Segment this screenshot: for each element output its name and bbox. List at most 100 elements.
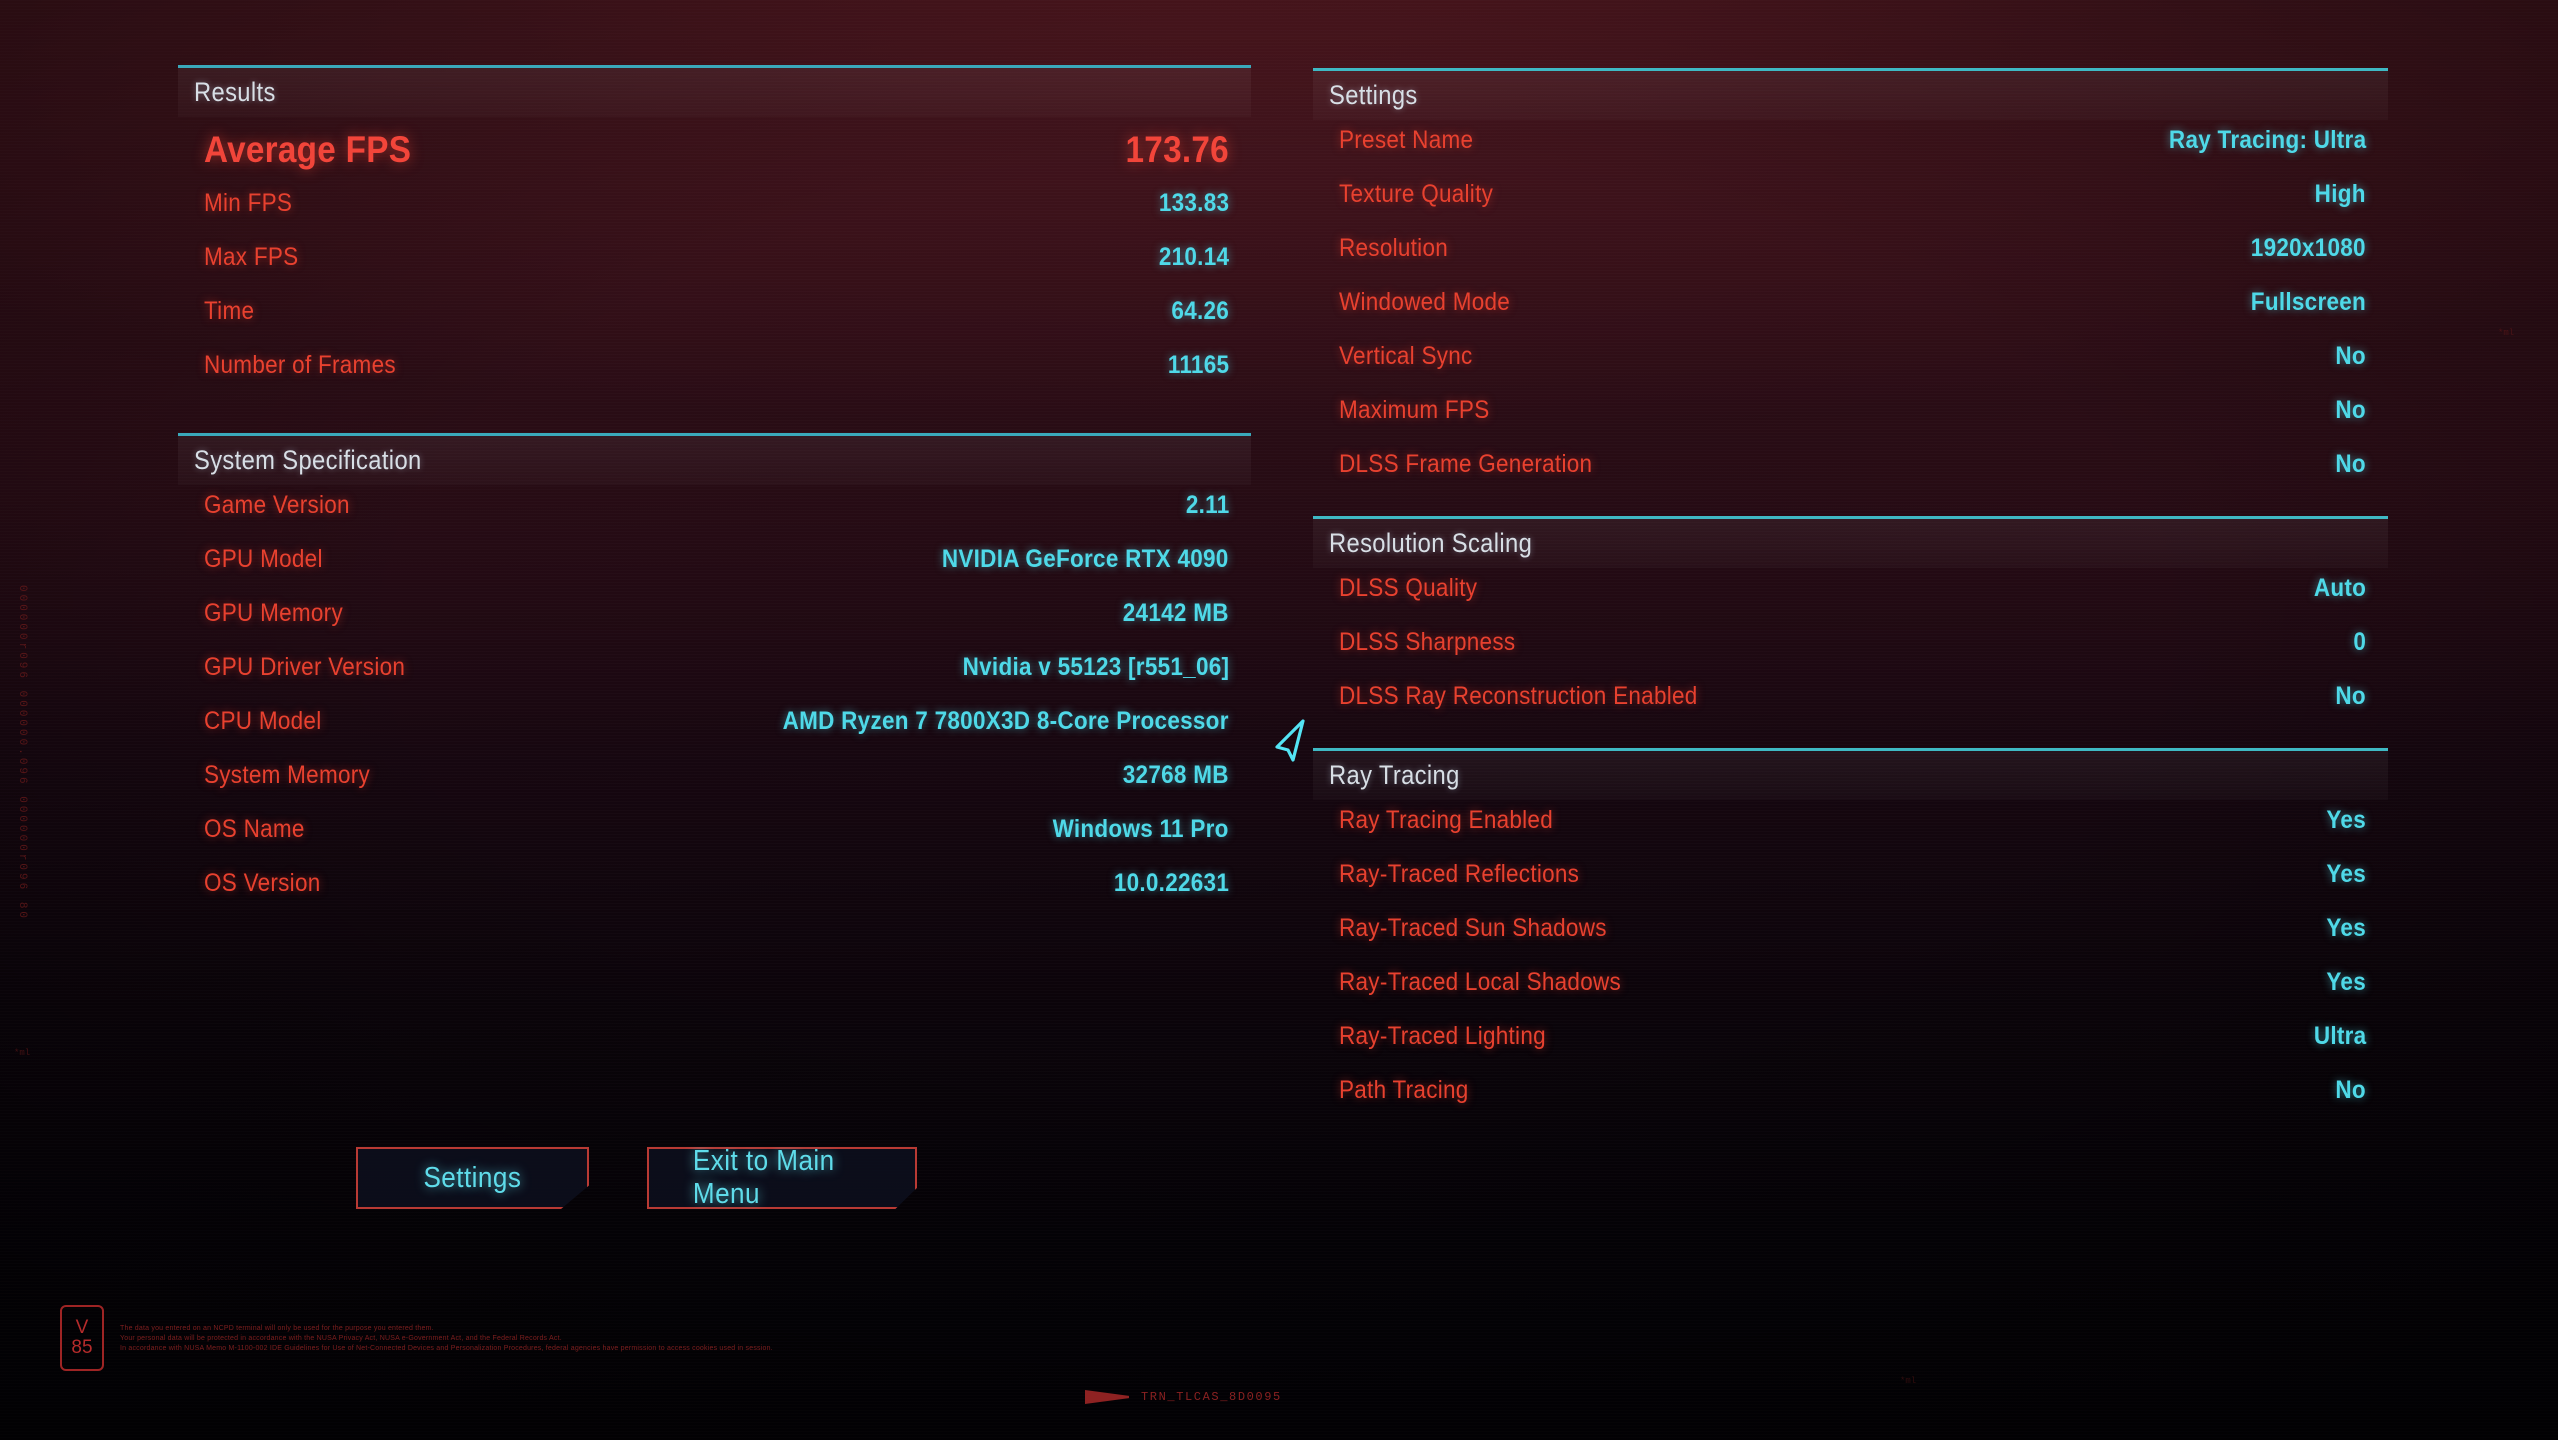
system-specification-row-label: GPU Driver Version (204, 653, 406, 681)
ray-tracing-row-label: Ray-Traced Local Shadows (1339, 968, 1622, 996)
results-row: Max FPS 210.14 (178, 243, 1251, 297)
settings-row: Preset Name Ray Tracing: Ultra (1313, 126, 2388, 180)
system-specification-title: System Specification (194, 445, 422, 475)
system-specification-row: GPU Driver Version Nvidia v 55123 [r551_0… (178, 653, 1251, 707)
right-panel: Settings Preset Name Ray Tracing: Ultra Te… (1313, 68, 2388, 1130)
exit-to-main-menu-button-label: Exit to Main Menu (692, 1145, 835, 1210)
ray-tracing-rows: Ray Tracing Enabled Yes Ray-Traced Reflect… (1313, 800, 2388, 1130)
ray-tracing-row: Ray-Traced Lighting Ultra (1313, 1022, 2388, 1076)
system-specification-row: OS Name Windows 11 Pro (178, 815, 1251, 869)
resolution-scaling-rows: DLSS Quality Auto DLSS Sharpness 0 DLSS Ray … (1313, 568, 2388, 736)
system-specification-row: GPU Memory 24142 MB (178, 599, 1251, 653)
resolution-scaling-section: Resolution Scaling DLSS Quality Auto DLSS … (1313, 516, 2388, 736)
ray-tracing-row: Ray-Traced Reflections Yes (1313, 860, 2388, 914)
system-specification-section: System Specification Game Version 2.11 GPU… (178, 433, 1251, 923)
ray-tracing-row-value: Yes (2326, 914, 2366, 942)
results-hero-value: 173.76 (1125, 129, 1229, 170)
results-row-value: 11165 (1167, 351, 1229, 379)
system-specification-row-label: CPU Model (204, 707, 322, 735)
system-specification-row-value: Windows 11 Pro (1052, 815, 1229, 843)
resolution-scaling-row-value: 0 (2353, 628, 2366, 656)
results-row-value: 64.26 (1171, 297, 1229, 325)
settings-row-label: Preset Name (1339, 126, 1474, 154)
settings-row-label: Windowed Mode (1339, 288, 1511, 316)
ray-tracing-row-label: Ray-Traced Sun Shadows (1339, 914, 1607, 942)
results-row-value: 210.14 (1158, 243, 1229, 271)
badge-line-2: 85 (71, 1337, 93, 1358)
ray-tracing-row: Path Tracing No (1313, 1076, 2388, 1130)
settings-row: Resolution 1920x1080 (1313, 234, 2388, 288)
settings-row: Vertical Sync No (1313, 342, 2388, 396)
settings-title: Settings (1329, 80, 1418, 110)
settings-rows: Preset Name Ray Tracing: Ultra Texture Qua… (1313, 120, 2388, 504)
settings-button-label: Settings (423, 1161, 522, 1194)
results-hero-row: Average FPS 173.76 (178, 123, 1251, 189)
settings-row-value: Ray Tracing: Ultra (2168, 126, 2366, 154)
settings-button[interactable]: Settings (356, 1147, 589, 1209)
results-rows: Average FPS 173.76 Min FPS 133.83 Max FPS 210… (178, 117, 1251, 405)
system-specification-row-value: Nvidia v 55123 [r551_06] (962, 653, 1229, 681)
resolution-scaling-header: Resolution Scaling (1313, 516, 2388, 568)
system-specification-row-value: 2.11 (1185, 491, 1229, 519)
system-specification-rows: Game Version 2.11 GPU Model NVIDIA GeForce … (178, 485, 1251, 923)
resolution-scaling-row-value: Auto (2313, 574, 2366, 602)
vertical-code-text: 000000r096 000000.096 000000r096 80 (16, 585, 28, 922)
settings-row: Texture Quality High (1313, 180, 2388, 234)
system-specification-row-label: GPU Memory (204, 599, 343, 627)
results-row-label: Time (204, 297, 255, 325)
legal-line: Your personal data will be protected in … (120, 1334, 562, 1342)
system-specification-row-value: AMD Ryzen 7 7800X3D 8-Core Processor (782, 707, 1229, 735)
resolution-scaling-row: DLSS Sharpness 0 (1313, 628, 2388, 682)
results-section: Results Average FPS 173.76 Min FPS 133.83 Ma… (178, 65, 1251, 405)
trn-code-group: TRN_TLCAS_8D0095 (1085, 1390, 1282, 1404)
exit-to-main-menu-button[interactable]: Exit to Main Menu (647, 1147, 917, 1209)
badge-line-1: V (75, 1317, 89, 1339)
settings-row-value: Fullscreen (2250, 288, 2366, 316)
legal-badge-group: V 85 The data you entered on an NCPD ter… (60, 1305, 773, 1371)
results-row-label: Number of Frames (204, 351, 396, 379)
settings-row-label: Resolution (1339, 234, 1449, 262)
results-row-label: Min FPS (204, 189, 293, 217)
results-row: Min FPS 133.83 (178, 189, 1251, 243)
system-specification-header: System Specification (178, 433, 1251, 485)
system-specification-row-label: Game Version (204, 491, 350, 519)
settings-row-label: Maximum FPS (1339, 396, 1490, 424)
ray-tracing-row-value: Yes (2326, 968, 2366, 996)
settings-row-value: 1920x1080 (2250, 234, 2366, 262)
v85-badge: V 85 (60, 1305, 104, 1371)
tiny-mark-bottom-right: *ml (1900, 1376, 1917, 1386)
legal-line: In accordance with NUSA Memo M-1100-002 … (120, 1344, 773, 1352)
legal-text-block: The data you entered on an NCPD terminal… (120, 1325, 773, 1352)
results-row: Number of Frames 11165 (178, 351, 1251, 405)
settings-row-label: Texture Quality (1339, 180, 1494, 208)
results-row: Time 64.26 (178, 297, 1251, 351)
tiny-mark-left: *ml (14, 1048, 31, 1058)
settings-row: Windowed Mode Fullscreen (1313, 288, 2388, 342)
settings-row-value: No (2335, 396, 2366, 424)
settings-row: DLSS Frame Generation No (1313, 450, 2388, 504)
wedge-icon (1085, 1390, 1129, 1404)
ray-tracing-section: Ray Tracing Ray Tracing Enabled Yes Ray-Tr… (1313, 748, 2388, 1130)
results-header: Results (178, 65, 1251, 117)
system-specification-row: System Memory 32768 MB (178, 761, 1251, 815)
results-title: Results (194, 77, 276, 107)
ray-tracing-row-value: No (2335, 1076, 2366, 1104)
action-buttons: Settings Exit to Main Menu (356, 1147, 917, 1209)
ray-tracing-row-value: Yes (2326, 806, 2366, 834)
ray-tracing-row-label: Ray-Traced Lighting (1339, 1022, 1546, 1050)
ray-tracing-row: Ray-Traced Sun Shadows Yes (1313, 914, 2388, 968)
resolution-scaling-row-label: DLSS Sharpness (1339, 628, 1516, 656)
settings-row-value: No (2335, 342, 2366, 370)
system-specification-row-label: GPU Model (204, 545, 323, 573)
left-panel: Results Average FPS 173.76 Min FPS 133.83 Ma… (178, 65, 1251, 923)
settings-header: Settings (1313, 68, 2388, 120)
system-specification-row-value: 10.0.22631 (1113, 869, 1229, 897)
resolution-scaling-row-value: No (2335, 682, 2366, 710)
resolution-scaling-row-label: DLSS Quality (1339, 574, 1478, 602)
tiny-mark-right: *ml (2498, 328, 2515, 338)
settings-row-label: Vertical Sync (1339, 342, 1473, 370)
resolution-scaling-row: DLSS Quality Auto (1313, 574, 2388, 628)
ray-tracing-row-label: Ray Tracing Enabled (1339, 806, 1554, 834)
system-specification-row-label: OS Version (204, 869, 321, 897)
ray-tracing-header: Ray Tracing (1313, 748, 2388, 800)
